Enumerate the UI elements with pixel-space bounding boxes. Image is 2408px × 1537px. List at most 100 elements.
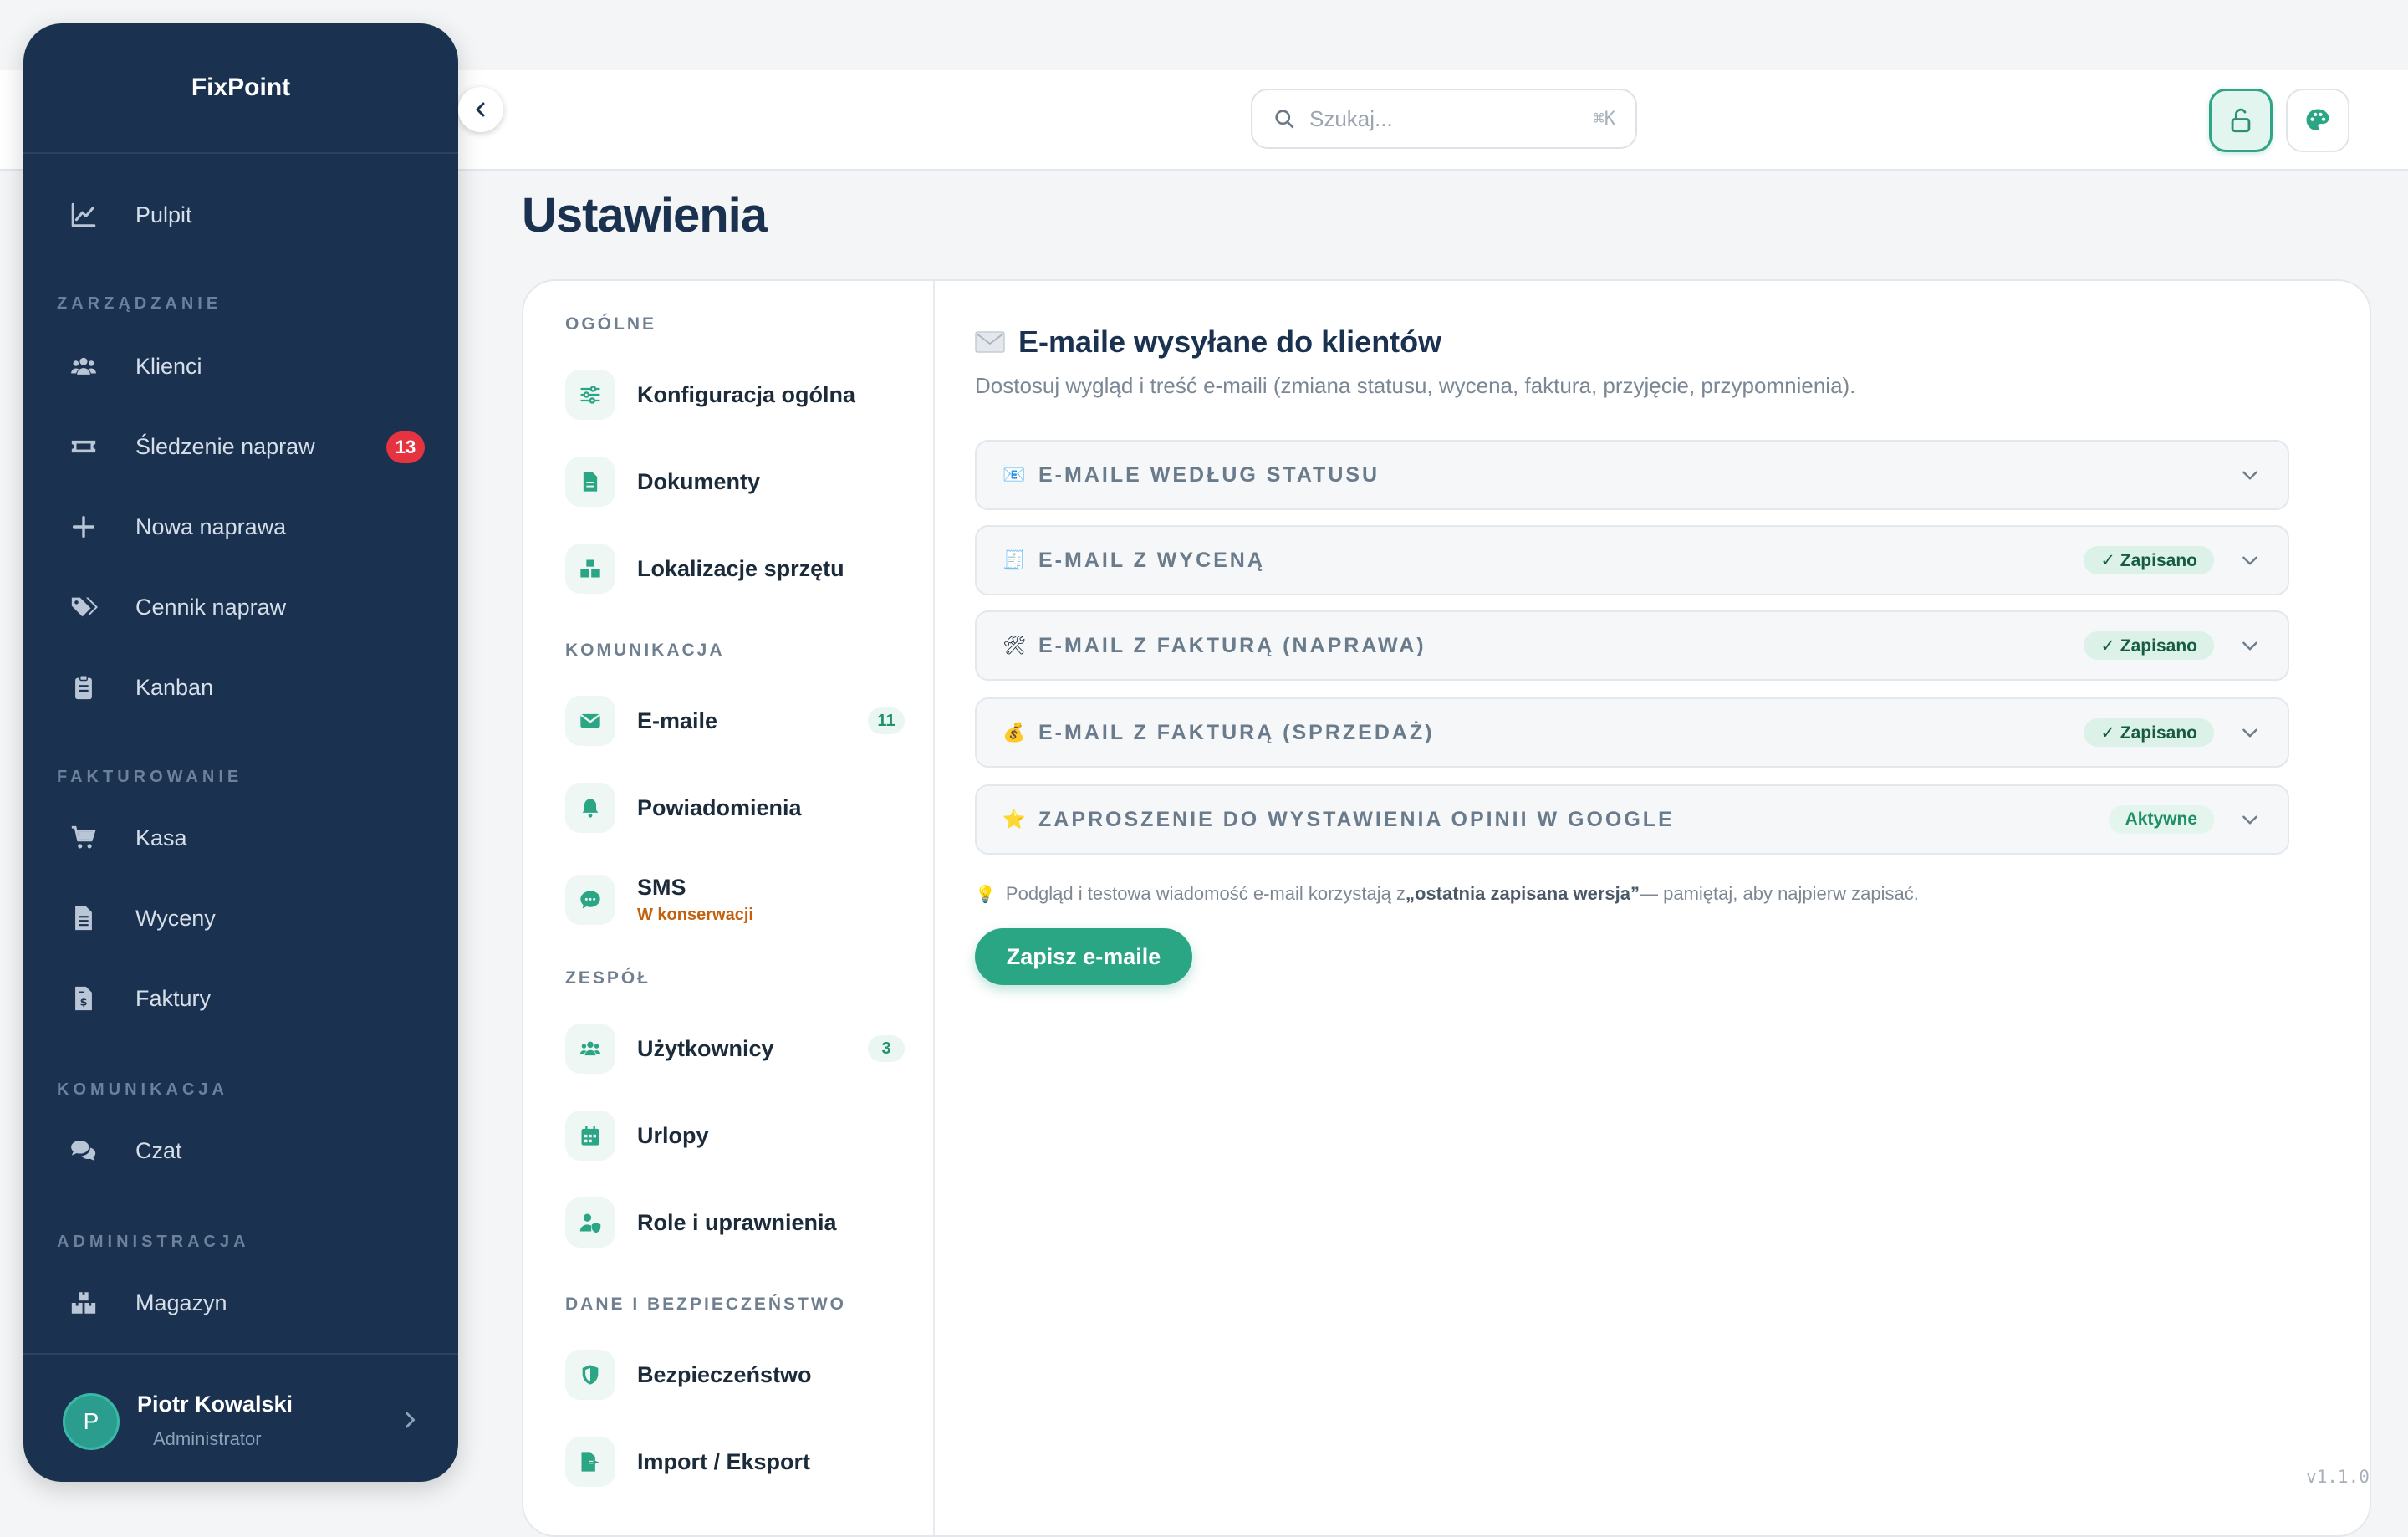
collapse-sidebar-button[interactable] (458, 87, 503, 132)
settings-item-general-config[interactable]: Konfiguracja ogólna (565, 368, 916, 421)
accordion-title: E-MAIL Z FAKTURĄ (NAPRAWA) (1038, 633, 1426, 657)
settings-item-locations[interactable]: Lokalizacje sprzętu (565, 542, 916, 595)
search-icon (1275, 110, 1294, 129)
file-export-icon (581, 1452, 599, 1472)
money-bag-emoji-icon: 💰 (1002, 722, 1026, 743)
chart-line-icon (71, 202, 96, 227)
settings-item-label: Lokalizacje sprzętu (637, 555, 844, 581)
accordion-title: E-MAILE WEDŁUG STATUSU (1038, 462, 1380, 487)
settings-item-label: Urlopy (637, 1122, 709, 1148)
sidebar-item-faktury[interactable]: $ Faktury (65, 973, 425, 1024)
settings-item-leaves[interactable]: Urlopy (565, 1109, 916, 1162)
lightbulb-icon: 💡 (975, 885, 996, 904)
comments-icon (71, 1140, 96, 1162)
sidebar-item-pulpit[interactable]: Pulpit (65, 190, 425, 240)
search-shortcut: ⌘K (1593, 108, 1616, 130)
chevron-down-icon (2242, 471, 2258, 480)
saved-badge: ✓ Zapisano (2084, 631, 2214, 660)
sidebar-item-label: Faktury (135, 985, 212, 1011)
sidebar-item-nowa-naprawa[interactable]: Nowa naprawa (65, 502, 425, 552)
sidebar-item-czat[interactable]: Czat (65, 1126, 425, 1176)
sidebar-item-magazyn[interactable]: Magazyn (65, 1278, 425, 1328)
envelope-icon (975, 331, 1005, 353)
accordion-repair-invoice-email[interactable]: 🛠 E-MAIL Z FAKTURĄ (NAPRAWA) ✓ Zapisano (975, 610, 2289, 681)
bell-icon (582, 799, 599, 818)
sidebar-item-label: Czat (135, 1137, 182, 1163)
sidebar-item-sledzenie-napraw[interactable]: Śledzenie napraw 13 (65, 421, 425, 472)
user-shield-icon (579, 1213, 601, 1233)
document-icon (583, 472, 598, 492)
accordion-title: E-MAIL Z WYCENĄ (1038, 548, 1265, 572)
plus-icon (72, 515, 95, 539)
boxes-icon (71, 1292, 96, 1314)
sidebar-item-kanban[interactable]: Kanban (65, 662, 425, 712)
sms-icon (580, 891, 600, 909)
users-icon (71, 357, 96, 375)
sms-maintenance-status: W konserwacji (637, 906, 753, 924)
settings-item-security[interactable]: Bezpieczeństwo (565, 1348, 916, 1402)
calendar-icon (581, 1126, 599, 1146)
settings-section-team: ZESPÓŁ (565, 968, 651, 988)
note-bold: „ostatnia zapisana wersja” (1406, 883, 1640, 904)
sidebar-item-kasa[interactable]: Kasa (65, 813, 425, 863)
settings-item-label: Powiadomienia (637, 794, 802, 820)
accordion-google-review-invite[interactable]: ⭐ ZAPROSZENIE DO WYSTAWIENIA OPINII W GO… (975, 784, 2289, 855)
settings-section-data-security: DANE I BEZPIECZEŃSTWO (565, 1294, 847, 1314)
tools-emoji-icon: 🛠 (1002, 635, 1026, 656)
settings-item-label: E-maile (637, 707, 718, 733)
sidebar: FixPoint Pulpit ZARZĄDZANIE Klienci Śled… (23, 23, 503, 1483)
accordion-status-emails[interactable]: 📧 E-MAILE WEDŁUG STATUSU (975, 440, 2289, 510)
panel-title: E-maile wysyłane do klientów (1018, 324, 1442, 359)
sidebar-item-cennik-napraw[interactable]: Cennik napraw (65, 582, 425, 632)
brand-logo[interactable]: FixPoint (23, 23, 458, 154)
note-prefix: Podgląd i testowa wiadomość e-mail korzy… (1005, 883, 1406, 904)
settings-item-label: Role i uprawnienia (637, 1209, 837, 1235)
users-icon (579, 1041, 601, 1056)
chevron-right-icon (406, 1412, 416, 1428)
settings-card: OGÓLNE Konfiguracja ogólna Dokumenty Lok… (522, 279, 2371, 1537)
page-title: Ustawienia (522, 188, 768, 243)
emails-count-badge: 11 (868, 707, 905, 734)
settings-item-sms[interactable]: SMS W konserwacji (565, 868, 916, 932)
settings-item-label: Dokumenty (637, 468, 761, 494)
email-emoji-icon: 📧 (1002, 464, 1026, 485)
accordion-sale-invoice-email[interactable]: 💰 E-MAIL Z FAKTURĄ (SPRZEDAŻ) ✓ Zapisano (975, 697, 2289, 768)
chevron-down-icon (2242, 728, 2258, 738)
settings-item-notifications[interactable]: Powiadomienia (565, 781, 916, 835)
lock-button[interactable] (2209, 89, 2273, 152)
emails-settings-panel: E-maile wysyłane do klientów Dostosuj wy… (975, 281, 2346, 1535)
user-profile[interactable]: P Piotr Kowalski Administrator (23, 1353, 458, 1483)
sidebar-item-label: Magazyn (135, 1289, 227, 1315)
settings-item-label: SMS (637, 875, 686, 900)
search-box[interactable]: Szukaj... ⌘K (1251, 89, 1637, 149)
sidebar-item-wyceny[interactable]: Wyceny (65, 893, 425, 943)
app-version: v1.1.0 (2306, 1467, 2370, 1487)
settings-item-label: Import / Eksport (637, 1448, 811, 1474)
avatar: P (63, 1393, 120, 1450)
repairs-count-badge: 13 (386, 431, 425, 463)
settings-item-documents[interactable]: Dokumenty (565, 455, 916, 508)
sidebar-item-label: Wyceny (135, 905, 216, 931)
settings-section-communication: KOMUNIKACJA (565, 641, 725, 660)
active-badge: Aktywne (2108, 805, 2214, 834)
settings-item-users[interactable]: Użytkownicy 3 (565, 1022, 916, 1075)
users-count-badge: 3 (868, 1035, 905, 1062)
sidebar-item-label: Klienci (135, 353, 202, 379)
boxes-icon (580, 559, 600, 578)
sidebar-item-label: Śledzenie napraw (135, 433, 315, 459)
sidebar-item-label: Pulpit (135, 202, 192, 227)
sidebar-item-label: Cennik napraw (135, 594, 287, 620)
save-emails-button[interactable]: Zapisz e-maile (975, 928, 1192, 985)
svg-text:$: $ (80, 997, 88, 1009)
search-input[interactable]: Szukaj... (1309, 106, 1594, 132)
sidebar-item-klienci[interactable]: Klienci (65, 341, 425, 391)
theme-button[interactable] (2286, 89, 2349, 152)
saved-badge: ✓ Zapisano (2084, 718, 2214, 747)
accordion-title: ZAPROSZENIE DO WYSTAWIENIA OPINII W GOOG… (1038, 807, 1675, 831)
palette-icon (2306, 109, 2329, 131)
settings-item-roles[interactable]: Role i uprawnienia (565, 1196, 916, 1249)
settings-item-emails[interactable]: E-maile 11 (565, 694, 916, 748)
accordion-quote-email[interactable]: 🧾 E-MAIL Z WYCENĄ ✓ Zapisano (975, 525, 2289, 595)
cart-icon (71, 825, 96, 849)
settings-item-import-export[interactable]: Import / Eksport (565, 1435, 916, 1488)
